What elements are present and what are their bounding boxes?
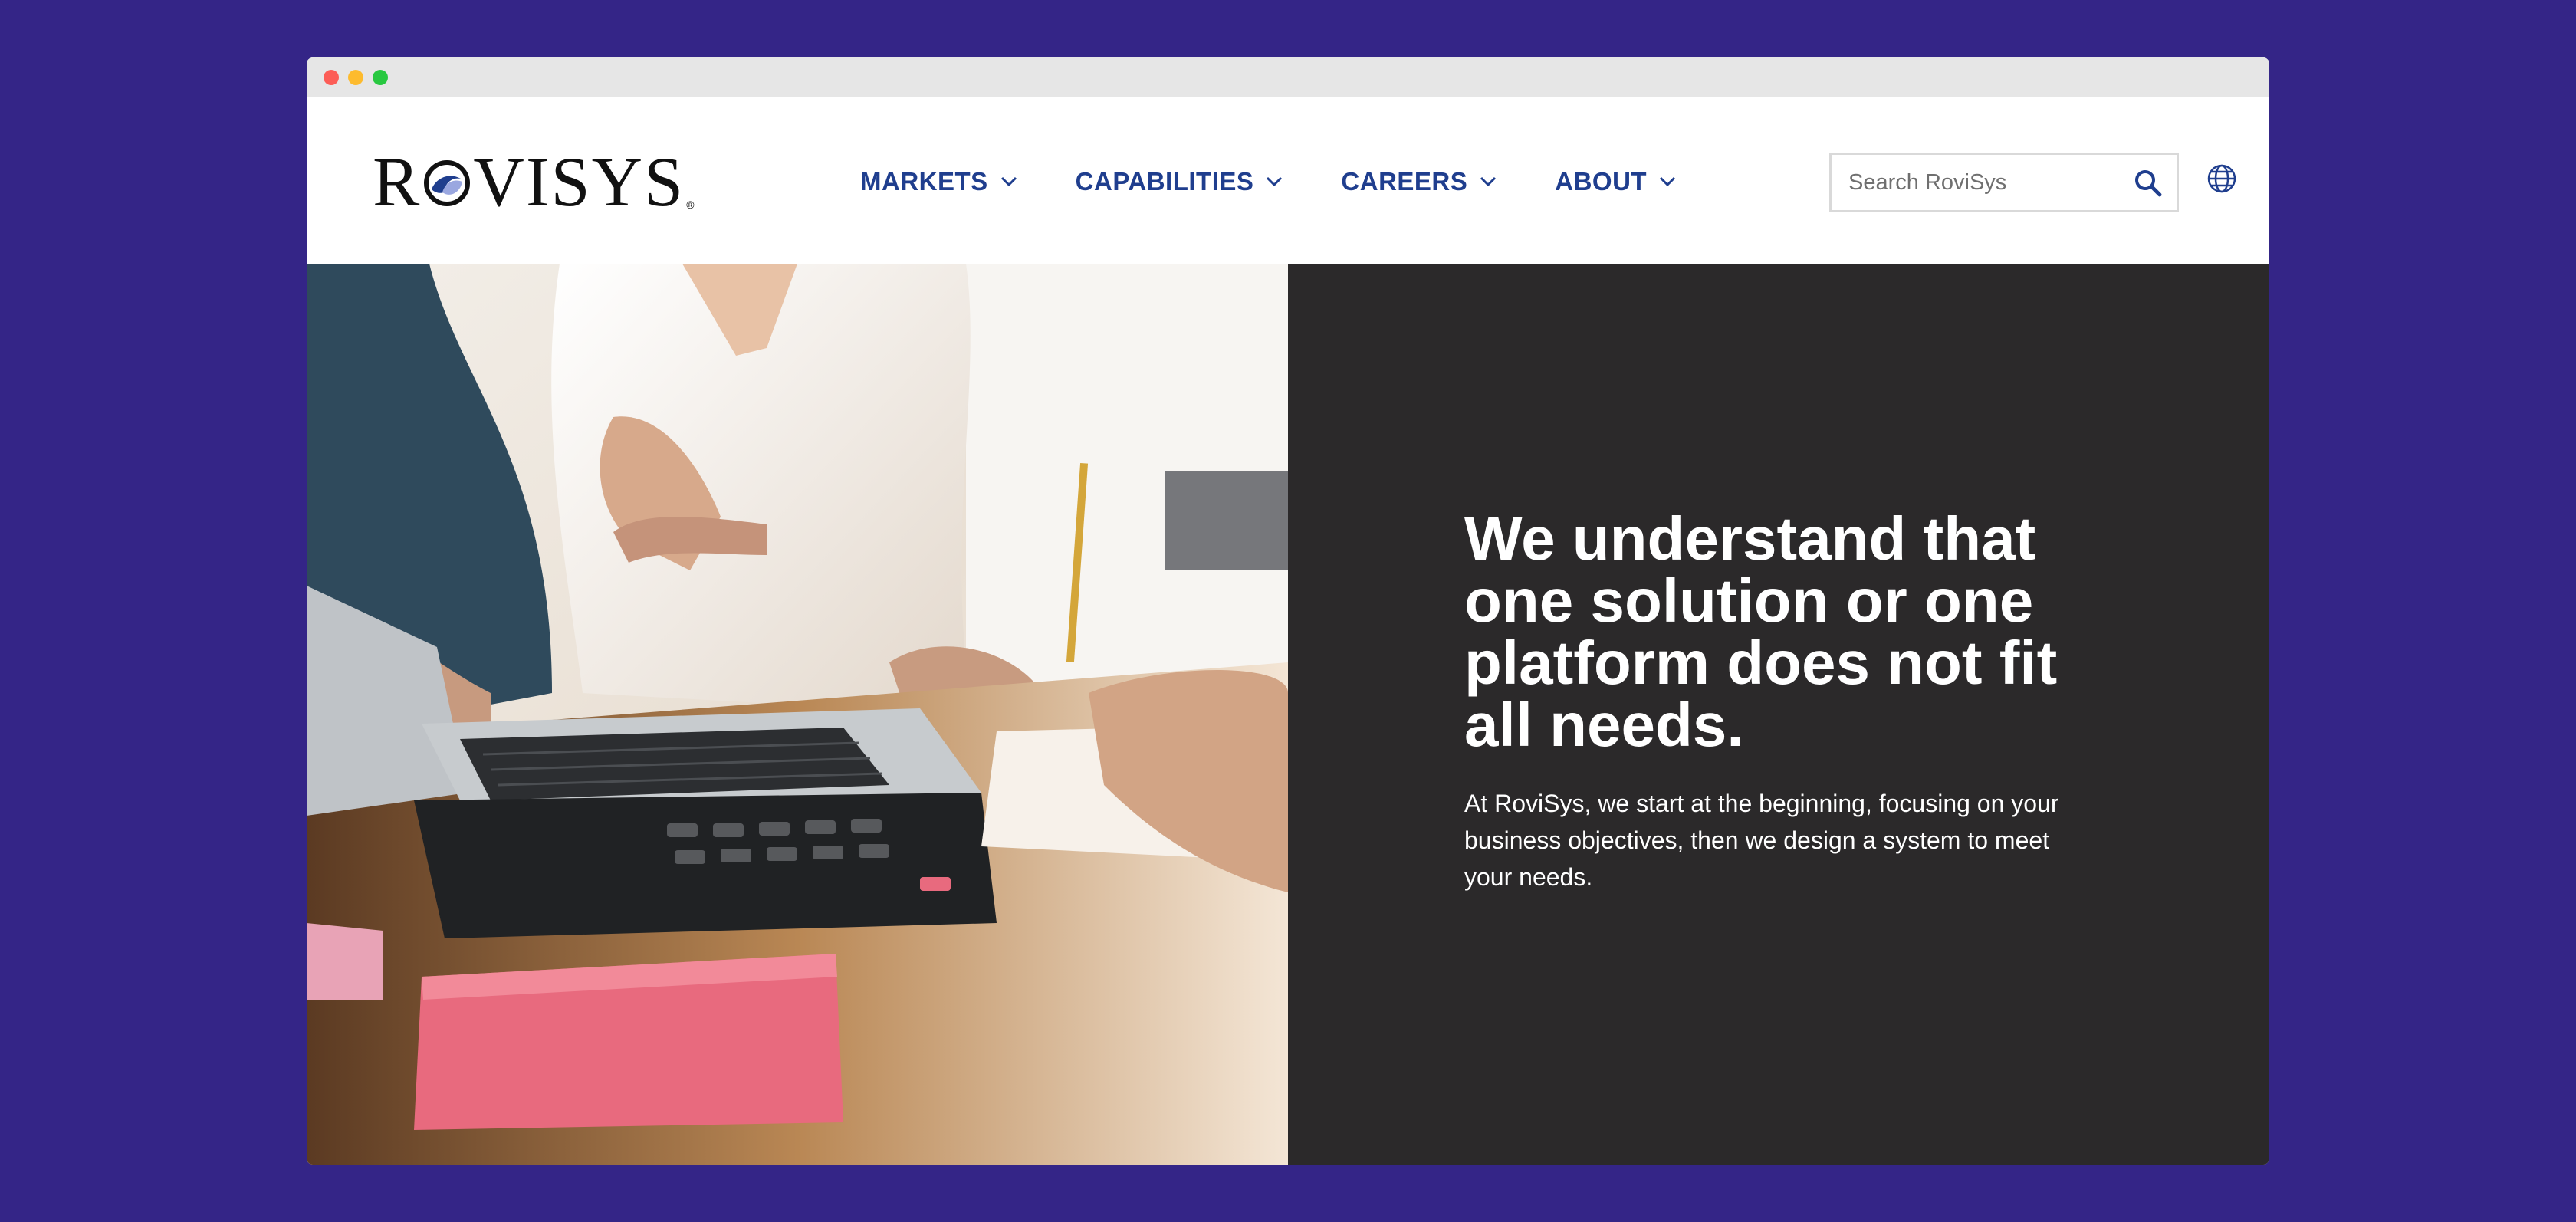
rovisys-logo[interactable]: R VISYS ® [373, 143, 696, 221]
hero-photo-meeting [307, 264, 1288, 1165]
main-nav: MARKETS CAPABILITIES CAREERS ABOUT [860, 162, 1734, 202]
globe-icon[interactable] [2206, 163, 2237, 194]
logo-registered-mark: ® [686, 199, 696, 211]
browser-titlebar [307, 57, 2269, 97]
chevron-down-icon [1660, 176, 1676, 187]
close-window-button[interactable] [324, 70, 339, 85]
chevron-down-icon [1480, 176, 1497, 187]
browser-window: R VISYS ® MARKETS CAPABILITIES CAREERS A… [307, 57, 2269, 1165]
chevron-down-icon [1001, 176, 1017, 187]
hero-text-panel: We understand that one solution or one p… [1288, 264, 2269, 1165]
hero-section: We understand that one solution or one p… [307, 264, 2269, 1165]
nav-item-label: CAREERS [1341, 167, 1468, 195]
zoom-window-button[interactable] [373, 70, 388, 85]
logo-text-end: VISYS [473, 143, 685, 221]
nav-item-markets[interactable]: MARKETS [860, 167, 1017, 196]
chevron-down-icon [1267, 176, 1283, 187]
search-input[interactable] [1848, 164, 2124, 201]
search-box [1829, 153, 2179, 212]
hero-headline: We understand that one solution or one p… [1464, 504, 2058, 759]
hero-body-text: At RoviSys, we start at the beginning, f… [1464, 790, 2059, 891]
minimize-window-button[interactable] [348, 70, 363, 85]
nav-item-careers[interactable]: CAREERS [1341, 167, 1497, 196]
nav-item-capabilities[interactable]: CAPABILITIES [1076, 167, 1283, 196]
nav-item-about[interactable]: ABOUT [1555, 167, 1676, 196]
nav-item-label: MARKETS [860, 167, 988, 195]
logo-text-start: R [373, 143, 422, 221]
nav-item-label: CAPABILITIES [1075, 167, 1254, 195]
logo-swirl-icon [424, 160, 471, 206]
search-icon[interactable] [2134, 169, 2163, 198]
nav-item-label: ABOUT [1555, 167, 1648, 195]
site-header: R VISYS ® MARKETS CAPABILITIES CAREERS A… [307, 97, 2269, 264]
